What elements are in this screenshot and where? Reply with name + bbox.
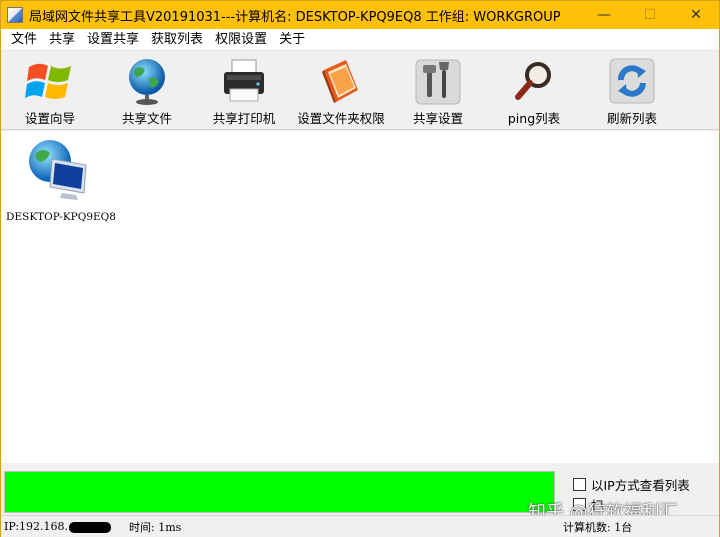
folder-permissions-label: 设置文件夹权限 (297, 111, 385, 126)
share-settings-button[interactable]: 共享设置 (403, 52, 473, 130)
tools-icon (411, 55, 465, 107)
window-title: 局域网文件共享工具V20191031---计算机名: DESKTOP-KPQ9E… (29, 9, 561, 25)
printer-icon (217, 55, 271, 107)
refresh-icon (605, 55, 659, 107)
progress-fill (5, 472, 554, 512)
close-button[interactable]: ✕ (673, 1, 719, 29)
folder-permissions-button[interactable]: 设置文件夹权限 (293, 52, 389, 130)
network-computer-icon (26, 137, 96, 207)
share-files-label: 共享文件 (121, 111, 172, 126)
status-ip: IP:192.168. (4, 520, 112, 533)
share-printer-button[interactable]: 共享打印机 (207, 52, 281, 130)
status-ip-label: IP:192.168. (4, 520, 69, 533)
setup-wizard-label: 设置向导 (24, 111, 75, 126)
ping-list-label: ping列表 (507, 111, 561, 126)
ping-list-button[interactable]: ping列表 (499, 52, 569, 130)
menu-share-settings[interactable]: 设置共享 (81, 30, 145, 50)
menu-permissions[interactable]: 权限设置 (209, 30, 273, 50)
app-window: 局域网文件共享工具V20191031---计算机名: DESKTOP-KPQ9E… (0, 0, 720, 537)
menu-share[interactable]: 共享 (43, 30, 81, 50)
menu-file[interactable]: 文件 (5, 30, 43, 50)
title-bar[interactable]: 局域网文件共享工具V20191031---计算机名: DESKTOP-KPQ9E… (1, 1, 719, 29)
menu-about[interactable]: 关于 (273, 30, 311, 50)
magnifier-icon (507, 55, 561, 107)
setup-wizard-button[interactable]: 设置向导 (15, 52, 85, 130)
share-settings-label: 共享设置 (412, 111, 463, 126)
ip-view-label: 以IP方式查看列表 (591, 478, 690, 493)
status-bar: IP:192.168. 时间: 1ms 计算机数: 1台 (1, 515, 719, 537)
computer-item[interactable]: DESKTOP-KPQ9EQ8 (6, 137, 116, 223)
menu-get-list[interactable]: 获取列表 (145, 30, 209, 50)
refresh-list-label: 刷新列表 (606, 111, 657, 126)
maximize-button[interactable]: ☐ (627, 1, 673, 29)
minimize-button[interactable]: — (581, 1, 627, 29)
status-time: 时间: 1ms (129, 520, 182, 534)
toolbar: 设置向导 共享文件 共享打印机 设置文件夹权限 共享设置 ping列表 刷新列表 (1, 52, 719, 130)
windows-logo-icon (23, 55, 77, 107)
folder-book-icon (314, 55, 368, 107)
status-computer-count: 计算机数: 1台 (563, 520, 633, 534)
ip-view-option[interactable]: 以IP方式查看列表 (573, 475, 690, 494)
app-icon (7, 7, 23, 23)
refresh-list-button[interactable]: 刷新列表 (597, 52, 667, 130)
menu-bar: 文件 共享 设置共享 获取列表 权限设置 关于 (1, 29, 719, 51)
globe-icon (120, 55, 174, 107)
ip-view-checkbox[interactable] (573, 478, 586, 491)
scan-progress-bar (4, 471, 555, 513)
share-printer-label: 共享打印机 (212, 111, 276, 126)
computer-list[interactable]: DESKTOP-KPQ9EQ8 (1, 131, 719, 463)
computer-name: DESKTOP-KPQ9EQ8 (6, 211, 116, 223)
redacted-ip-mask (69, 521, 112, 533)
share-files-button[interactable]: 共享文件 (112, 52, 182, 130)
